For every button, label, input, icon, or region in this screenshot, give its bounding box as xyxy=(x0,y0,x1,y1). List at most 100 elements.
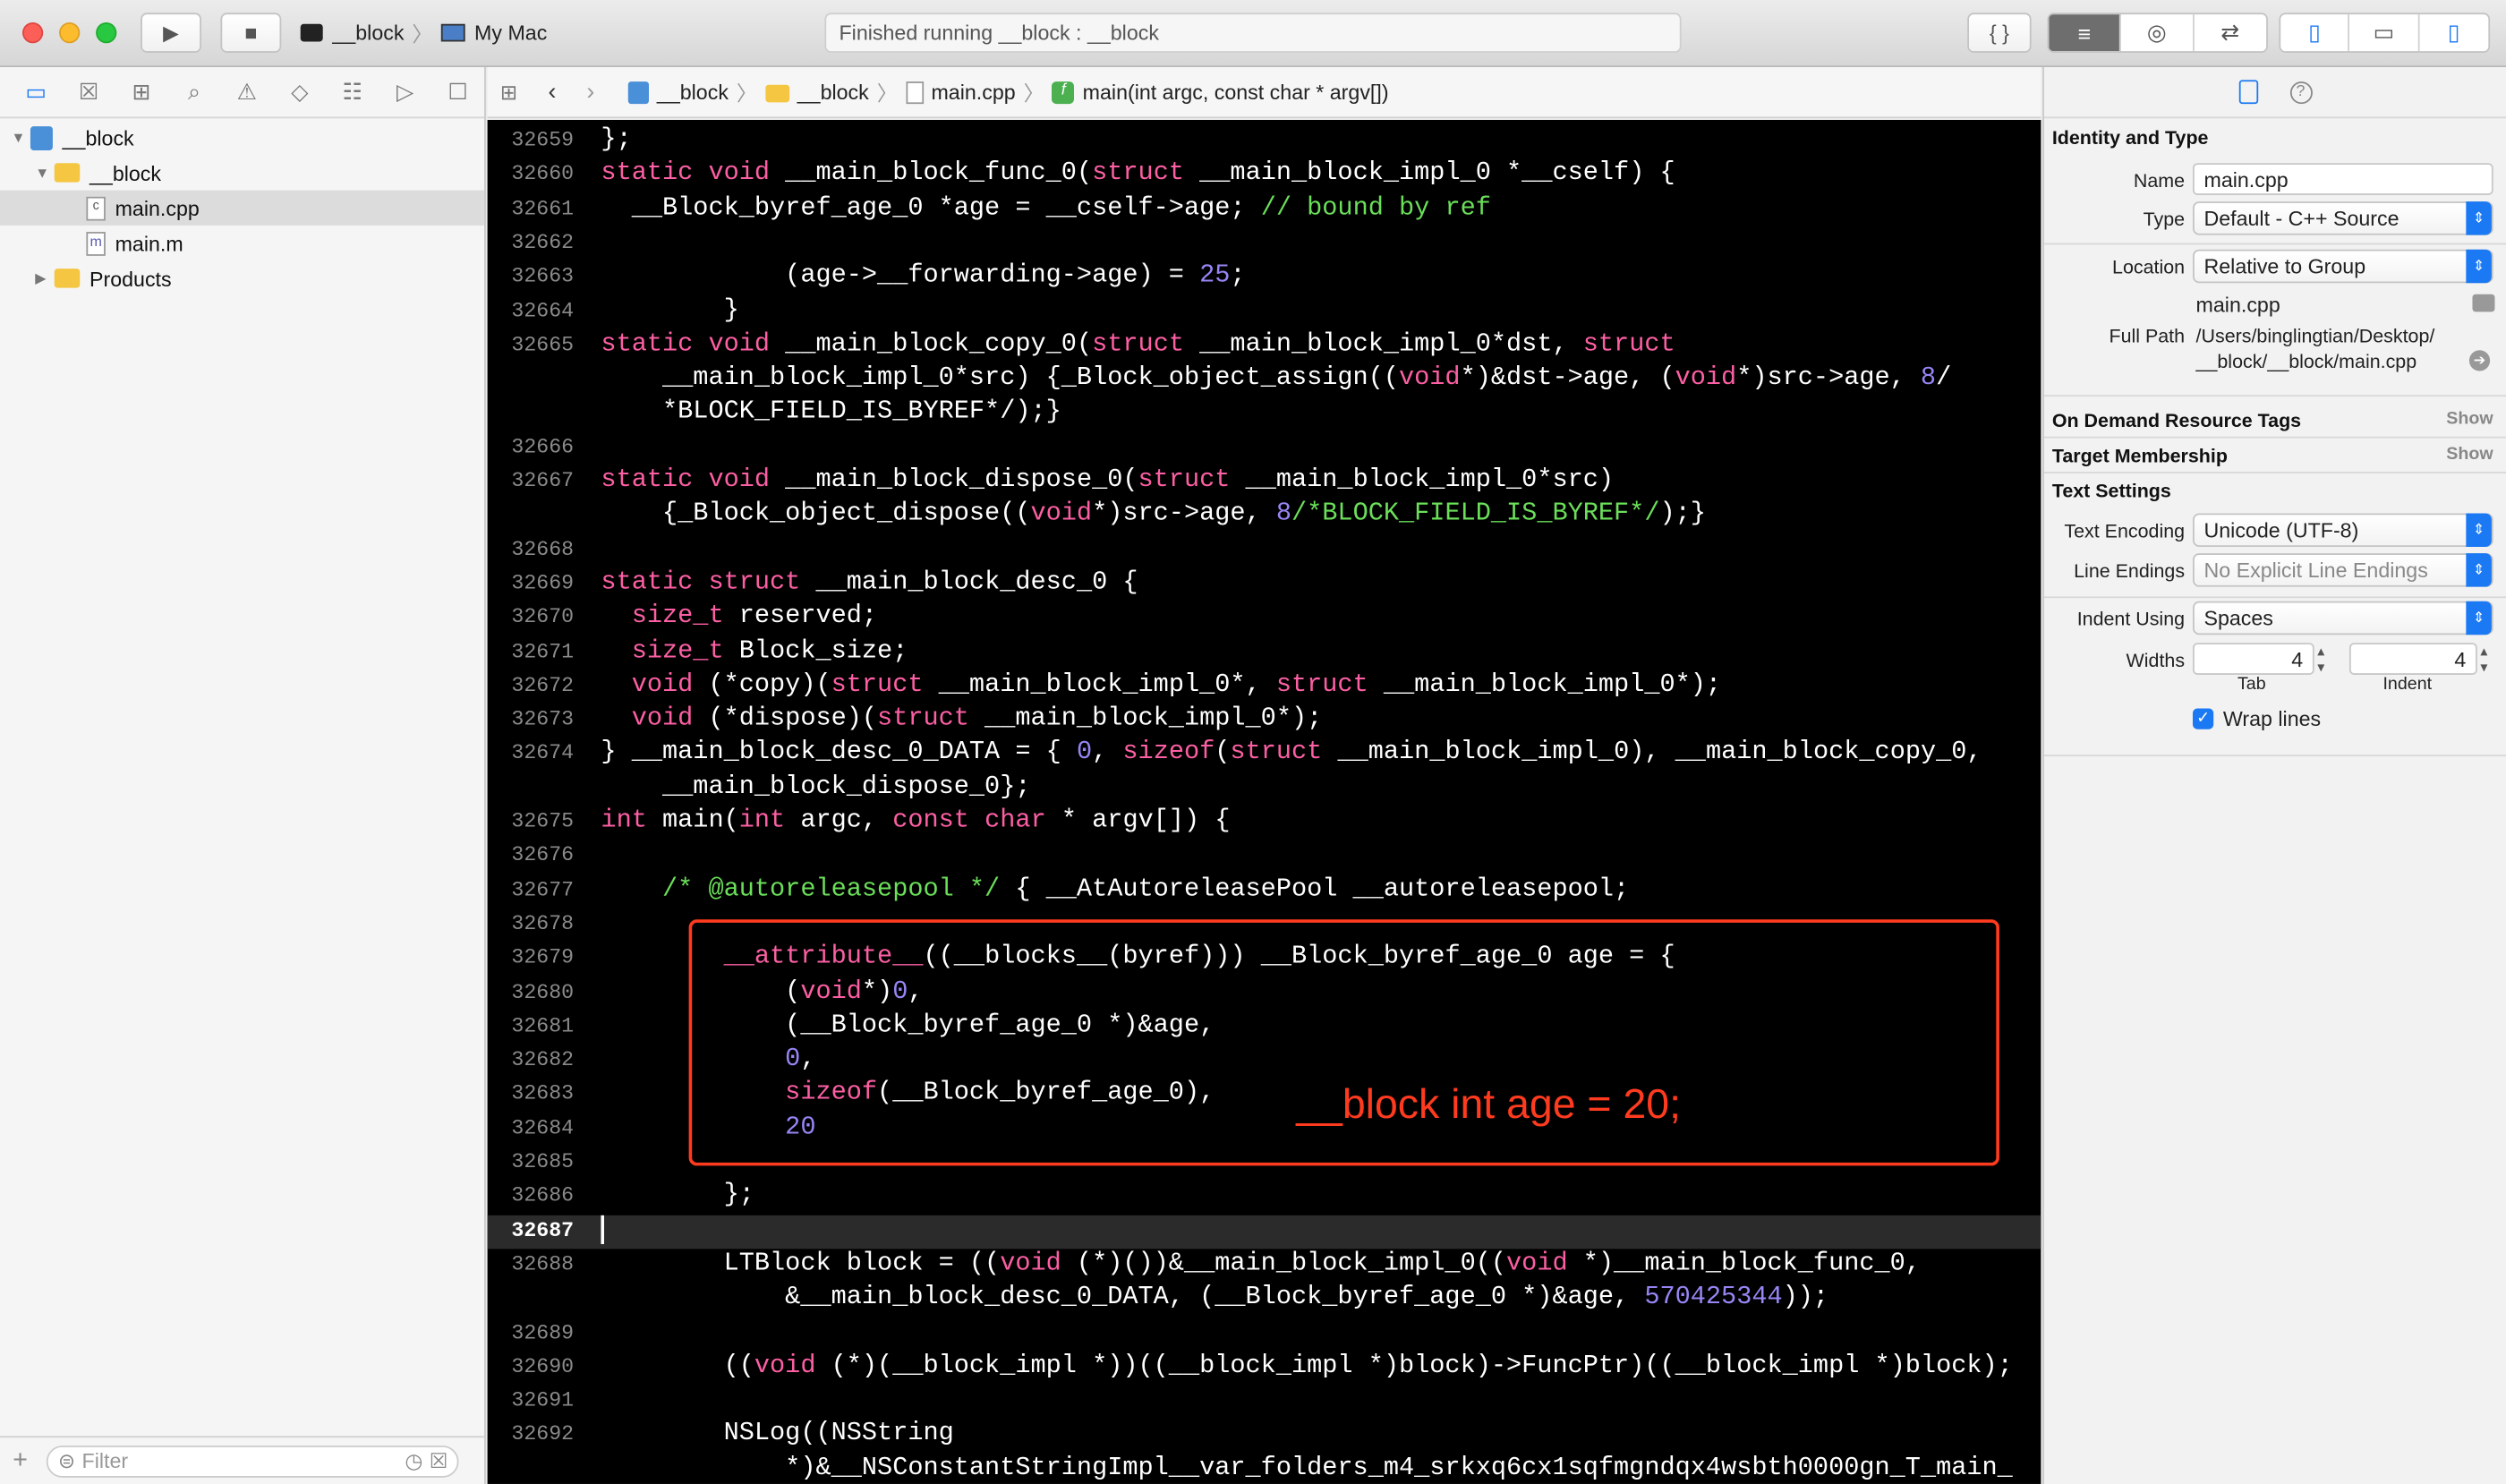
breadcrumb-group[interactable]: __block xyxy=(797,80,869,104)
stop-button[interactable]: ■ xyxy=(220,13,282,53)
choose-folder-icon[interactable] xyxy=(2472,294,2495,312)
breakpoint-tab-icon[interactable]: ▷ xyxy=(379,79,431,106)
code-line[interactable]: 32691 xyxy=(488,1385,2041,1419)
run-button[interactable]: ▶ xyxy=(141,13,201,53)
source-editor[interactable]: 32659}; 32660 static void __main_block_fun… xyxy=(487,119,2041,1484)
library-button[interactable]: { } xyxy=(1967,13,2032,53)
file-inspector-icon[interactable] xyxy=(2238,80,2258,105)
code-line[interactable]: *)&__NSConstantStringImpl__var_folders_m… xyxy=(488,1453,2041,1484)
encoding-popup[interactable]: Unicode (UTF-8) ⇕ xyxy=(2192,513,2493,548)
code-line[interactable]: 32686 }; xyxy=(488,1181,2041,1215)
tree-item-products[interactable]: ▶ Products xyxy=(0,260,484,295)
tab-width-field[interactable]: 4 xyxy=(2192,643,2314,675)
code-line[interactable]: 32677 /* @autoreleasepool */ { __AtAutor… xyxy=(488,874,2041,908)
type-popup[interactable]: Default - C++ Source ⇕ xyxy=(2192,201,2493,235)
tree-item-main-m[interactable]: m main.m xyxy=(0,226,484,260)
wrap-lines-checkbox[interactable]: ✓ xyxy=(2192,708,2214,729)
code-line[interactable]: 32673 void (*dispose)(struct __main_bloc… xyxy=(488,704,2041,738)
breadcrumb-symbol[interactable]: main(int argc, const char * argv[]) xyxy=(1083,80,1389,104)
odr-show-button[interactable]: Show xyxy=(2446,409,2493,428)
folder-tab-icon[interactable]: ▭ xyxy=(10,79,63,106)
breadcrumb-project[interactable]: __block xyxy=(657,80,729,104)
zoom-window-button[interactable] xyxy=(96,22,117,44)
code-line[interactable]: 32687 xyxy=(487,1215,2041,1249)
code-text: *BLOCK_FIELD_IS_BYREF*/);} xyxy=(601,397,1061,426)
line-number: 32670 xyxy=(511,604,575,629)
code-line[interactable]: 32667 static void __main_block_dispose_0(… xyxy=(488,465,2041,499)
target-show-button[interactable]: Show xyxy=(2446,445,2493,464)
code-line[interactable]: 32690 ((void (*)(__block_impl *))((__blo… xyxy=(488,1351,2041,1385)
indent-width-stepper[interactable]: ▴ ▾ xyxy=(2480,643,2487,675)
debug-tab-icon[interactable]: ☷ xyxy=(326,79,379,106)
issue-tab-icon[interactable]: ⚠ xyxy=(220,79,273,106)
line-number: 32660 xyxy=(511,161,575,186)
filter-field[interactable]: ⊜ Filter ◷ ☒ xyxy=(47,1445,460,1477)
disclosure-open-icon[interactable]: ▼ xyxy=(35,165,54,181)
inspector-toggle-icon[interactable]: ▯ xyxy=(2419,14,2488,51)
code-line[interactable]: 32666 xyxy=(488,431,2041,465)
debug-area-toggle-icon[interactable]: ▭ xyxy=(2350,14,2419,52)
add-icon[interactable]: + xyxy=(13,1446,28,1475)
forward-icon[interactable]: › xyxy=(586,79,594,106)
code-line[interactable]: 32668 xyxy=(488,533,2041,567)
code-line[interactable]: 32659}; xyxy=(488,124,2041,158)
standard-editor-icon[interactable]: ≡ xyxy=(2049,14,2122,52)
code-line[interactable]: 32662 xyxy=(488,227,2041,261)
code-line[interactable]: 32660 static void __main_block_func_0(str… xyxy=(488,158,2041,192)
symbol-tab-icon[interactable]: ⊞ xyxy=(115,79,168,106)
tree-item-project[interactable]: ▼ __block xyxy=(0,120,484,155)
name-field[interactable]: main.cpp xyxy=(2192,163,2493,195)
code-line[interactable]: {_Block_object_dispose((void*)src->age, … xyxy=(488,499,2041,533)
find-tab-icon[interactable]: ⌕ xyxy=(167,79,220,106)
tree-item-group[interactable]: ▼ __block xyxy=(0,155,484,190)
code-line[interactable]: 32671 size_t Block_size; xyxy=(488,635,2041,670)
version-editor-icon[interactable]: ⇄ xyxy=(2194,14,2266,51)
code-line[interactable]: *BLOCK_FIELD_IS_BYREF*/);} xyxy=(488,397,2041,431)
recent-filter-icon[interactable]: ◷ xyxy=(405,1448,422,1474)
location-popup[interactable]: Relative to Group ⇕ xyxy=(2192,249,2493,284)
back-icon[interactable]: ‹ xyxy=(548,79,556,106)
scm-filter-icon[interactable]: ☒ xyxy=(430,1448,448,1474)
line-endings-label: Line Endings xyxy=(2074,559,2186,583)
code-line[interactable]: &__main_block_desc_0_DATA, (__Block_byre… xyxy=(488,1283,2041,1317)
code-line[interactable]: __main_block_impl_0*src) {_Block_object_… xyxy=(488,363,2041,397)
code-line[interactable]: 32663 (age->__forwarding->age) = 25; xyxy=(488,261,2041,295)
code-line[interactable]: 32665 static void __main_block_copy_0(str… xyxy=(488,329,2041,363)
help-icon[interactable]: ? xyxy=(2289,81,2313,104)
report-tab-icon[interactable]: ☐ xyxy=(431,79,484,106)
navigator-filter-bar: + ⊜ Filter ◷ ☒ xyxy=(0,1436,485,1484)
breadcrumb-file[interactable]: main.cpp xyxy=(931,80,1015,104)
indent-using-popup[interactable]: Spaces ⇕ xyxy=(2192,601,2493,635)
close-window-button[interactable] xyxy=(21,22,44,44)
test-tab-icon[interactable]: ◇ xyxy=(273,79,326,106)
source-control-tab-icon[interactable]: ☒ xyxy=(63,79,115,106)
disclosure-closed-icon[interactable]: ▶ xyxy=(35,269,54,287)
navigator-toggle-icon[interactable]: ▯ xyxy=(2280,14,2350,52)
code-line[interactable]: 32670 size_t reserved; xyxy=(488,601,2041,635)
line-number: 32687 xyxy=(511,1217,575,1242)
encoding-label: Text Encoding xyxy=(2064,519,2186,542)
code-line[interactable]: 32689 xyxy=(488,1317,2041,1351)
code-line[interactable]: 32664 } xyxy=(488,295,2041,329)
code-line[interactable]: 32674} __main_block_desc_0_DATA = { 0, s… xyxy=(488,738,2041,772)
scheme-selector[interactable]: __block 〉 My Mac xyxy=(300,13,547,53)
related-items-icon[interactable]: ⊞ xyxy=(500,79,517,105)
code-line[interactable]: __main_block_dispose_0}; xyxy=(488,772,2041,806)
line-endings-popup[interactable]: No Explicit Line Endings ⇕ xyxy=(2192,553,2493,587)
panel-toggle-control: ▯ ▭ ▯ xyxy=(2279,13,2491,53)
code-line[interactable]: 32661 __Block_byref_age_0 *age = __cself… xyxy=(488,192,2041,226)
code-line[interactable]: 32675 int main(int argc, const char * arg… xyxy=(488,806,2041,840)
code-text: }; xyxy=(601,124,632,154)
reveal-in-finder-icon[interactable]: ➔ xyxy=(2468,350,2491,371)
code-line[interactable]: 32672 void (*copy)(struct __main_block_i… xyxy=(488,670,2041,704)
code-line[interactable]: 32688 LTBlock block = ((void (*)())&__ma… xyxy=(488,1249,2041,1283)
tree-item-main-cpp[interactable]: c main.cpp xyxy=(0,190,485,226)
code-line[interactable]: 32692 NSLog((NSString xyxy=(488,1419,2041,1453)
indent-width-field[interactable]: 4 xyxy=(2348,643,2477,675)
disclosure-open-icon[interactable]: ▼ xyxy=(11,130,30,146)
assistant-editor-icon[interactable]: ◎ xyxy=(2121,14,2195,52)
code-line[interactable]: 32676 xyxy=(488,840,2041,874)
code-line[interactable]: 32669 static struct __main_block_desc_0 { xyxy=(488,567,2041,601)
tab-width-stepper[interactable]: ▴ ▾ xyxy=(2317,643,2324,675)
minimize-window-button[interactable] xyxy=(59,22,81,44)
